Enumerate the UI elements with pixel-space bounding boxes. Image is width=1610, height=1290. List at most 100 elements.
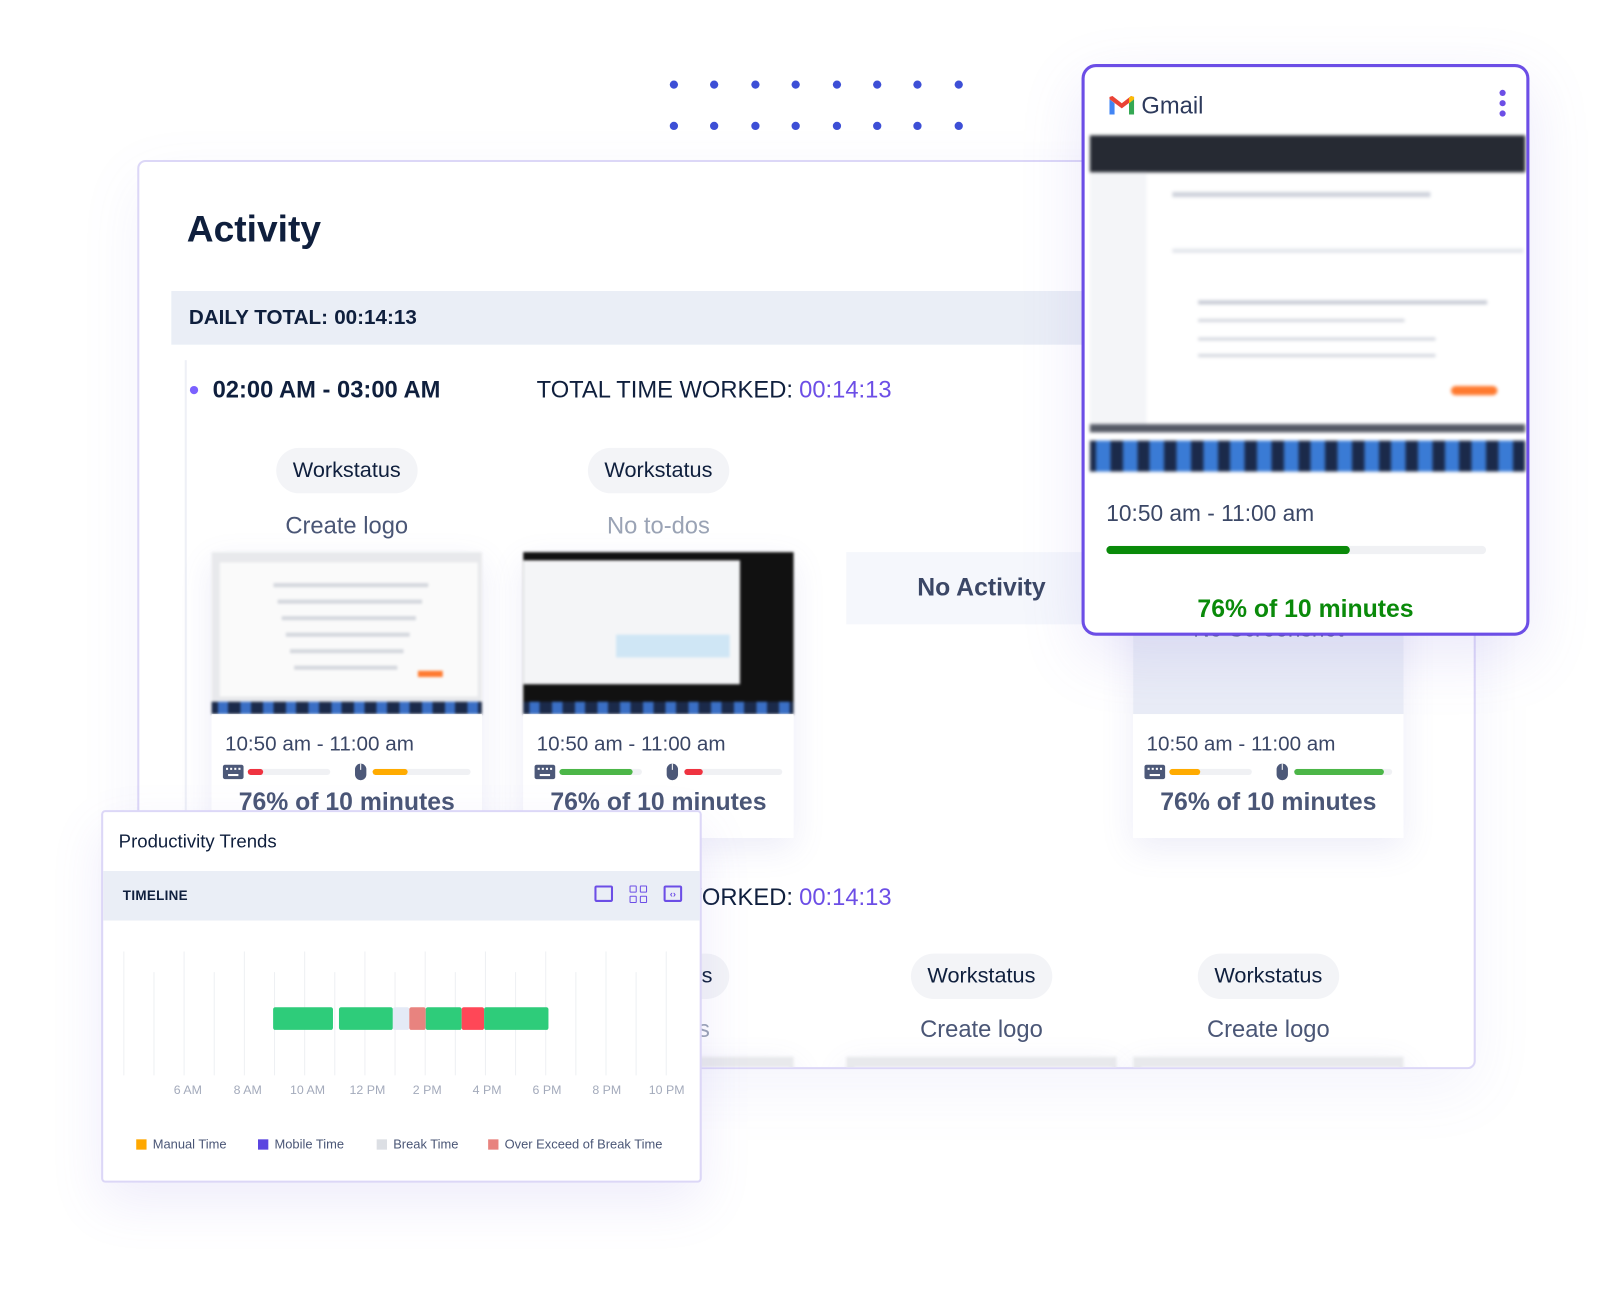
daily-total-value: 00:14:13 — [334, 305, 417, 329]
screenshot-thumbnail[interactable] — [846, 1056, 1117, 1068]
timeline-segment — [338, 1007, 393, 1030]
x-tick-label: 10 AM — [290, 1083, 325, 1097]
timeline-segment — [392, 1007, 410, 1030]
page-title: Activity — [186, 207, 322, 250]
legend-item: Mobile Time — [258, 1137, 345, 1152]
x-tick-label: 6 PM — [533, 1083, 562, 1097]
time-range: 10:50 am - 11:00 am — [1146, 732, 1336, 756]
more-options-icon[interactable] — [1499, 89, 1506, 121]
total-value: 00:14:13 — [799, 375, 892, 403]
gmail-activity-popup: Gmail 10:50 am - 11:00 am 76% of 10 minu… — [1081, 63, 1530, 636]
keyboard-activity-bar — [559, 768, 642, 776]
legend-label: Break Time — [393, 1137, 459, 1152]
app-pill[interactable]: Workstatus — [1197, 953, 1339, 999]
mouse-activity-bar — [372, 768, 471, 776]
screenshot-thumbnail[interactable] — [1089, 135, 1526, 476]
x-tick-label: 8 AM — [234, 1083, 262, 1097]
timeline-segment — [484, 1007, 549, 1030]
activity-card[interactable] — [1133, 1056, 1404, 1068]
mouse-activity-fill — [372, 768, 408, 776]
activity-meters — [222, 763, 471, 781]
dock — [211, 701, 482, 715]
legend-item: Break Time — [376, 1137, 459, 1152]
timeline-chart: 6 AM 8 AM 10 AM 12 PM 2 PM 4 PM 6 PM 8 PM 10 PM — [123, 951, 685, 1097]
todo-label: Create logo — [285, 511, 409, 539]
legend-swatch — [136, 1139, 147, 1150]
line — [294, 665, 398, 670]
button — [417, 670, 443, 677]
gmail-logo-icon — [1109, 95, 1135, 115]
x-tick-label: 10 PM — [649, 1083, 685, 1097]
screenshot-thumbnail[interactable] — [523, 552, 794, 715]
legend-label: Mobile Time — [274, 1137, 345, 1152]
legend-swatch — [376, 1139, 387, 1150]
x-tick-label: 4 PM — [473, 1083, 502, 1097]
decorative-dot — [710, 80, 719, 89]
activity-card[interactable]: 10:50 am - 11:00 am 76% of 10 minutes — [523, 552, 794, 838]
timeline-segment — [461, 1007, 485, 1030]
no-activity-box: No Activity — [846, 552, 1117, 625]
decorative-dot — [954, 80, 963, 89]
mouse-activity-fill — [1294, 768, 1385, 776]
decorative-dot — [873, 121, 882, 131]
timeline-segment — [273, 1007, 333, 1030]
todo-label: Create logo — [1206, 1015, 1330, 1043]
timeline-tab[interactable]: TIMELINE — [123, 888, 188, 903]
line — [281, 616, 416, 621]
grid-icon[interactable] — [629, 885, 649, 904]
window — [854, 1067, 1113, 1068]
decorative-dot — [832, 121, 841, 131]
productivity-trends-card: Productivity Trends TIMELINE ‹› 6 AM 8 AM… — [101, 810, 702, 1183]
legend-item: Manual Time — [136, 1137, 227, 1152]
session-bullet — [189, 385, 199, 395]
window — [616, 634, 730, 658]
decorative-dot — [791, 80, 800, 89]
activity-summary: 76% of 10 minutes — [1197, 595, 1414, 624]
keyboard-icon — [1144, 764, 1166, 780]
keyboard-activity-fill — [1169, 768, 1201, 776]
x-tick-label: 2 PM — [413, 1083, 442, 1097]
app-pill[interactable]: Workstatus — [910, 953, 1052, 999]
decorative-dot — [832, 80, 841, 89]
activity-meters — [1144, 763, 1393, 781]
mouse-activity-bar — [1294, 768, 1393, 776]
total-label: TOTAL TIME WORKED: — [536, 375, 793, 403]
todo-label: No to-dos — [606, 511, 710, 539]
mouse-icon — [666, 763, 679, 781]
time-range: 10:50 am - 11:00 am — [1106, 500, 1315, 527]
activity-meters — [534, 763, 783, 781]
screenshot-thumbnail[interactable] — [211, 552, 482, 715]
card-info: 10:50 am - 11:00 am 76% of 10 minutes — [1133, 714, 1404, 838]
legend-swatch — [258, 1139, 269, 1150]
app-pill[interactable]: Workstatus — [276, 447, 418, 494]
line — [277, 599, 423, 604]
screenshot-thumbnail[interactable] — [1133, 1056, 1404, 1068]
decorative-dot — [710, 121, 719, 131]
decorative-dot — [669, 121, 679, 131]
activity-card[interactable]: 10:50 am - 11:00 am 76% of 10 minutes — [211, 552, 482, 838]
activity-card[interactable] — [846, 1056, 1117, 1068]
keyboard-icon — [222, 764, 244, 780]
mouse-icon — [1276, 763, 1288, 781]
decorative-dot — [751, 80, 760, 89]
legend-item: Over Exceed of Break Time — [488, 1137, 662, 1152]
line — [285, 632, 410, 637]
total-value: 00:14:13 — [799, 883, 892, 911]
keyboard-activity-fill — [559, 768, 633, 776]
mouse-icon — [355, 763, 367, 781]
x-tick-label: 6 AM — [174, 1083, 202, 1097]
line — [273, 583, 429, 588]
todo-label: Create logo — [920, 1015, 1043, 1043]
mouse-activity-fill — [684, 768, 703, 776]
app-pill[interactable]: Workstatus — [587, 447, 729, 494]
activity-summary: 76% of 10 minutes — [1160, 788, 1377, 817]
daily-total-label: DAILY TOTAL: — [188, 305, 328, 329]
session-range: 02:00 AM - 03:00 AM — [212, 375, 441, 403]
timeline-header: TIMELINE ‹› — [103, 871, 700, 921]
decorative-dot — [873, 80, 882, 89]
code-screen-icon[interactable]: ‹› — [663, 885, 683, 902]
x-tick-label: 8 PM — [592, 1083, 621, 1097]
screen-icon[interactable] — [594, 885, 614, 902]
keyboard-activity-bar — [1169, 768, 1252, 776]
keyboard-activity-bar — [247, 768, 331, 776]
